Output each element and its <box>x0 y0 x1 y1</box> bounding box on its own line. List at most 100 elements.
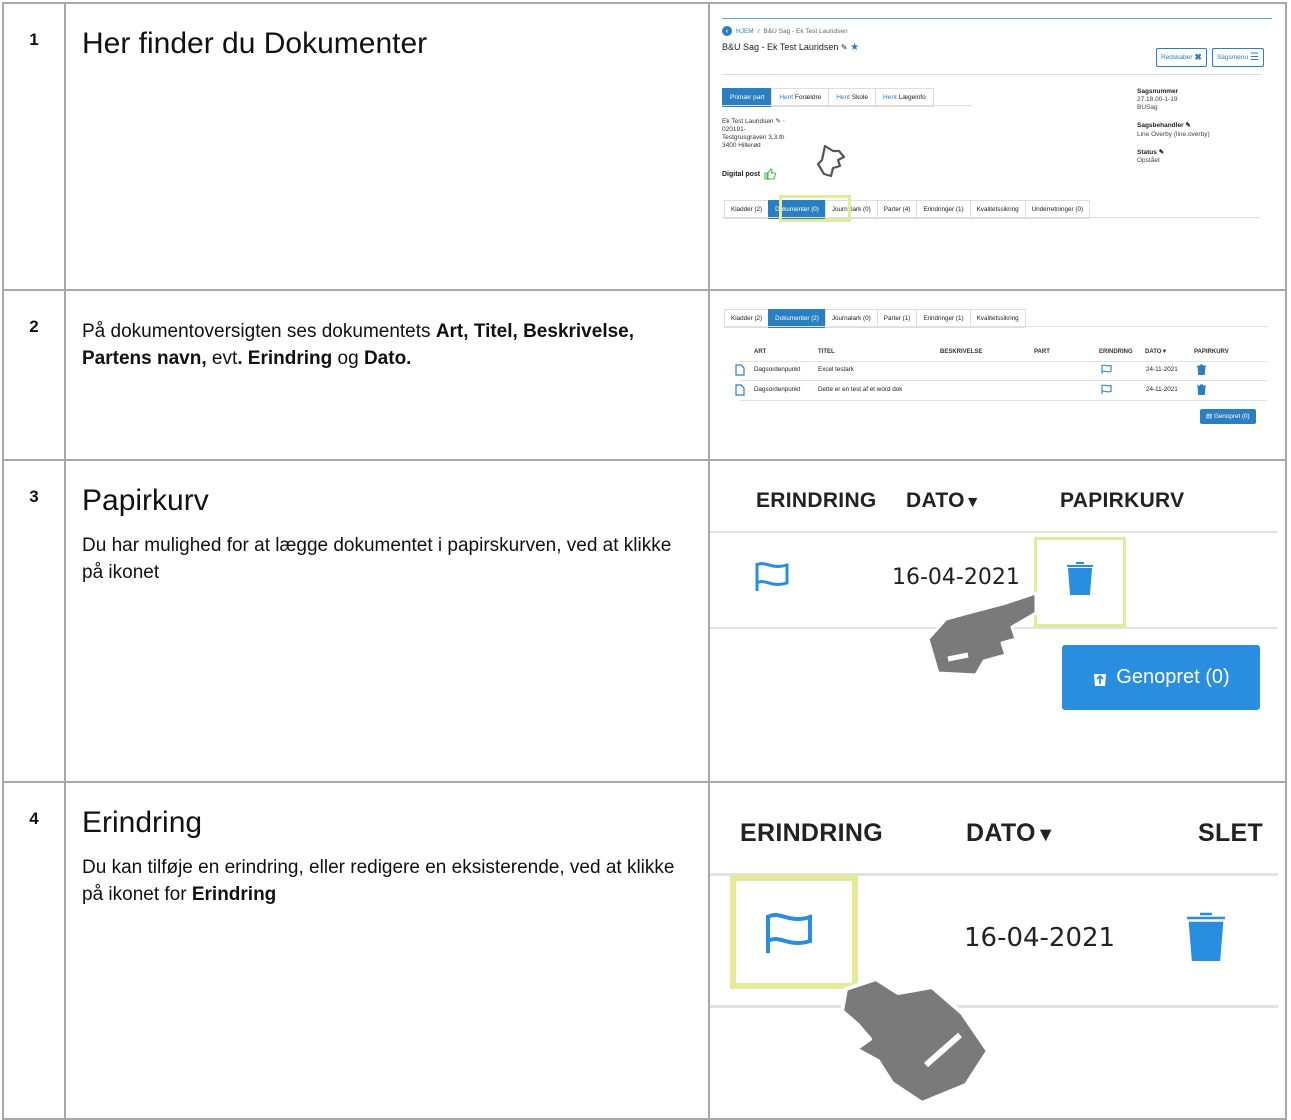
step-number: 2 <box>2 289 66 461</box>
restore-button[interactable]: Genopret (0) <box>1062 645 1260 710</box>
step-description: Papirkurv Du har mulighed for at lægge d… <box>64 459 710 783</box>
text-part: Du kan tilføje en erindring, eller redig… <box>82 857 675 905</box>
col-papirkurv[interactable]: PAPIRKURV <box>1060 489 1184 513</box>
trash-icon[interactable]: ▫ <box>783 118 785 125</box>
screenshot-trash-zoom: ERINDRING DATO▼ PAPIRKURV 16-04-2021 Gen… <box>708 459 1287 783</box>
col-erindring[interactable]: ERINDRING <box>740 819 883 848</box>
case-menu-button[interactable]: Sagsmenu ☰ <box>1211 48 1264 67</box>
col-dato[interactable]: DATO▼ <box>1145 349 1167 355</box>
highlight-box <box>1034 537 1126 627</box>
row-titel[interactable]: Dette er en test af et word dok <box>818 386 902 393</box>
row-divider <box>740 380 1267 381</box>
guide-table: 1 Her finder du Dokumenter ‹ HJEM / B&U … <box>2 2 1287 1120</box>
pointer-hand-icon <box>816 144 846 178</box>
tab-label: Primær part <box>730 94 765 101</box>
flag-icon[interactable] <box>754 561 790 593</box>
sort-caret-icon: ▼ <box>1035 824 1056 846</box>
restore-label: Genopret (0) <box>1116 666 1230 688</box>
tabs-divider <box>724 326 1269 327</box>
col-erindring[interactable]: ERINDRING <box>756 489 877 513</box>
col-papirkurv[interactable]: PAPIRKURV <box>1194 349 1229 355</box>
trash-icon[interactable] <box>1197 364 1206 375</box>
col-slet[interactable]: SLET <box>1198 819 1263 848</box>
row-titel[interactable]: Excel testark <box>818 366 854 373</box>
text-part-bold: Erindring <box>191 883 277 905</box>
party-info: Ek Test Lauridsen ✎ ▫ 020191- Testgrusgr… <box>722 118 785 151</box>
pencil-icon[interactable]: ✎ <box>1185 122 1190 129</box>
case-page: ‹ HJEM / B&U Sag - Ek Test Lauridsen B&U… <box>722 18 1272 278</box>
tab-prefix: Hent <box>836 94 850 101</box>
tools-button-label: Redskaber <box>1160 54 1193 61</box>
text-part: På dokumentoversigten ses dokumentets <box>82 321 436 342</box>
text-part: og <box>332 347 364 369</box>
guide-row-4: 4 Erindring Du kan tilføje en erindring,… <box>2 781 1287 1120</box>
header-divider <box>740 361 1267 362</box>
back-arrow-icon[interactable]: ‹ <box>722 26 732 36</box>
step-heading: Papirkurv <box>82 484 209 517</box>
step-text: På dokumentoversigten ses dokumentets Ar… <box>82 319 692 372</box>
breadcrumb-separator: / <box>757 27 760 35</box>
screenshot-document-list: Kladder (2) Dokumenter (2) Journalark (0… <box>708 289 1287 461</box>
thumbs-up-icon <box>764 168 777 180</box>
guide-row-3: 3 Papirkurv Du har mulighed for at lægge… <box>2 459 1287 783</box>
party-cpr: 020191- <box>722 126 746 134</box>
breadcrumb-home[interactable]: HJEM <box>736 28 754 35</box>
col-beskrivelse[interactable]: BESKRIVELSE <box>940 349 982 355</box>
trash-icon[interactable] <box>1186 911 1226 961</box>
top-border <box>722 18 1272 19</box>
breadcrumb-case[interactable]: B&U Sag - Ek Test Lauridsen <box>764 28 848 35</box>
row-divider <box>740 400 1267 401</box>
case-title: B&U Sag - Ek Test Lauridsen <box>722 42 839 52</box>
text-part: evt <box>211 347 238 369</box>
pencil-icon[interactable]: ✎ <box>775 118 780 125</box>
col-dato[interactable]: DATO▼ <box>906 489 981 513</box>
step-number: 4 <box>2 781 66 1120</box>
case-actions: Redskaber ✖ Sagsmenu ☰ <box>1155 48 1264 67</box>
divider <box>722 74 1262 75</box>
pencil-icon[interactable]: ✎ <box>841 43 848 52</box>
col-erindring[interactable]: ERINDRING <box>1099 349 1133 355</box>
pointer-hand-icon <box>926 591 1038 677</box>
case-menu-label: Sagsmenu <box>1216 54 1249 61</box>
document-icon[interactable] <box>735 384 745 396</box>
star-icon[interactable]: ★ <box>850 42 859 53</box>
step-heading: Her finder du Dokumenter <box>82 27 428 60</box>
step-description: Erindring Du kan tilføje en erindring, e… <box>64 781 710 1120</box>
case-meta: Sagsnummer 27.18.00-1-19 BUSag Sagsbehan… <box>1137 88 1210 165</box>
col-part[interactable]: PART <box>1034 349 1050 355</box>
flag-icon[interactable] <box>1101 384 1113 395</box>
document-icon[interactable] <box>735 364 745 376</box>
tools-button[interactable]: Redskaber ✖ <box>1155 48 1207 67</box>
col-dato-label: DATO <box>906 489 965 512</box>
text-part-bold: . Erindring <box>237 347 333 369</box>
flag-icon[interactable] <box>764 913 814 955</box>
step-heading: Erindring <box>82 806 203 839</box>
case-type: BUSag <box>1137 104 1158 112</box>
step-description: Her finder du Dokumenter <box>64 2 710 291</box>
screenshot-case-overview: ‹ HJEM / B&U Sag - Ek Test Lauridsen B&U… <box>708 2 1287 291</box>
step-description: På dokumentoversigten ses dokumentets Ar… <box>64 289 710 461</box>
tab-prefix: Hent <box>883 94 897 101</box>
pencil-icon[interactable]: ✎ <box>1159 149 1164 156</box>
col-dato[interactable]: DATO▼ <box>966 819 1056 848</box>
row-art: Dagsordenpunkt <box>754 386 801 393</box>
tab-label: Skole <box>851 94 869 101</box>
text-part-bold: Dato. <box>363 347 412 369</box>
restore-button[interactable]: ▤ Genopret (0) <box>1200 409 1256 424</box>
party-name: Ek Test Lauridsen <box>722 118 774 125</box>
col-art[interactable]: ART <box>754 349 766 355</box>
col-dato-label: DATO <box>1145 349 1162 355</box>
step-number: 1 <box>2 2 66 291</box>
col-titel[interactable]: TITEL <box>818 349 835 355</box>
party-city: 3400 Hillerød <box>722 142 761 150</box>
trash-icon[interactable] <box>1197 384 1206 395</box>
menu-icon: ☰ <box>1250 52 1259 63</box>
flag-icon[interactable] <box>1101 364 1113 375</box>
sort-caret-icon: ▼ <box>1161 349 1168 355</box>
page-title: B&U Sag - Ek Test Lauridsen ✎ ★ <box>722 42 859 53</box>
sort-caret-icon: ▼ <box>964 494 981 511</box>
document-list: Kladder (2) Dokumenter (2) Journalark (0… <box>724 309 1269 449</box>
digital-post-label: Digital post <box>722 170 761 178</box>
party-divider <box>722 105 972 106</box>
restore-icon: ▤ <box>1206 413 1212 420</box>
